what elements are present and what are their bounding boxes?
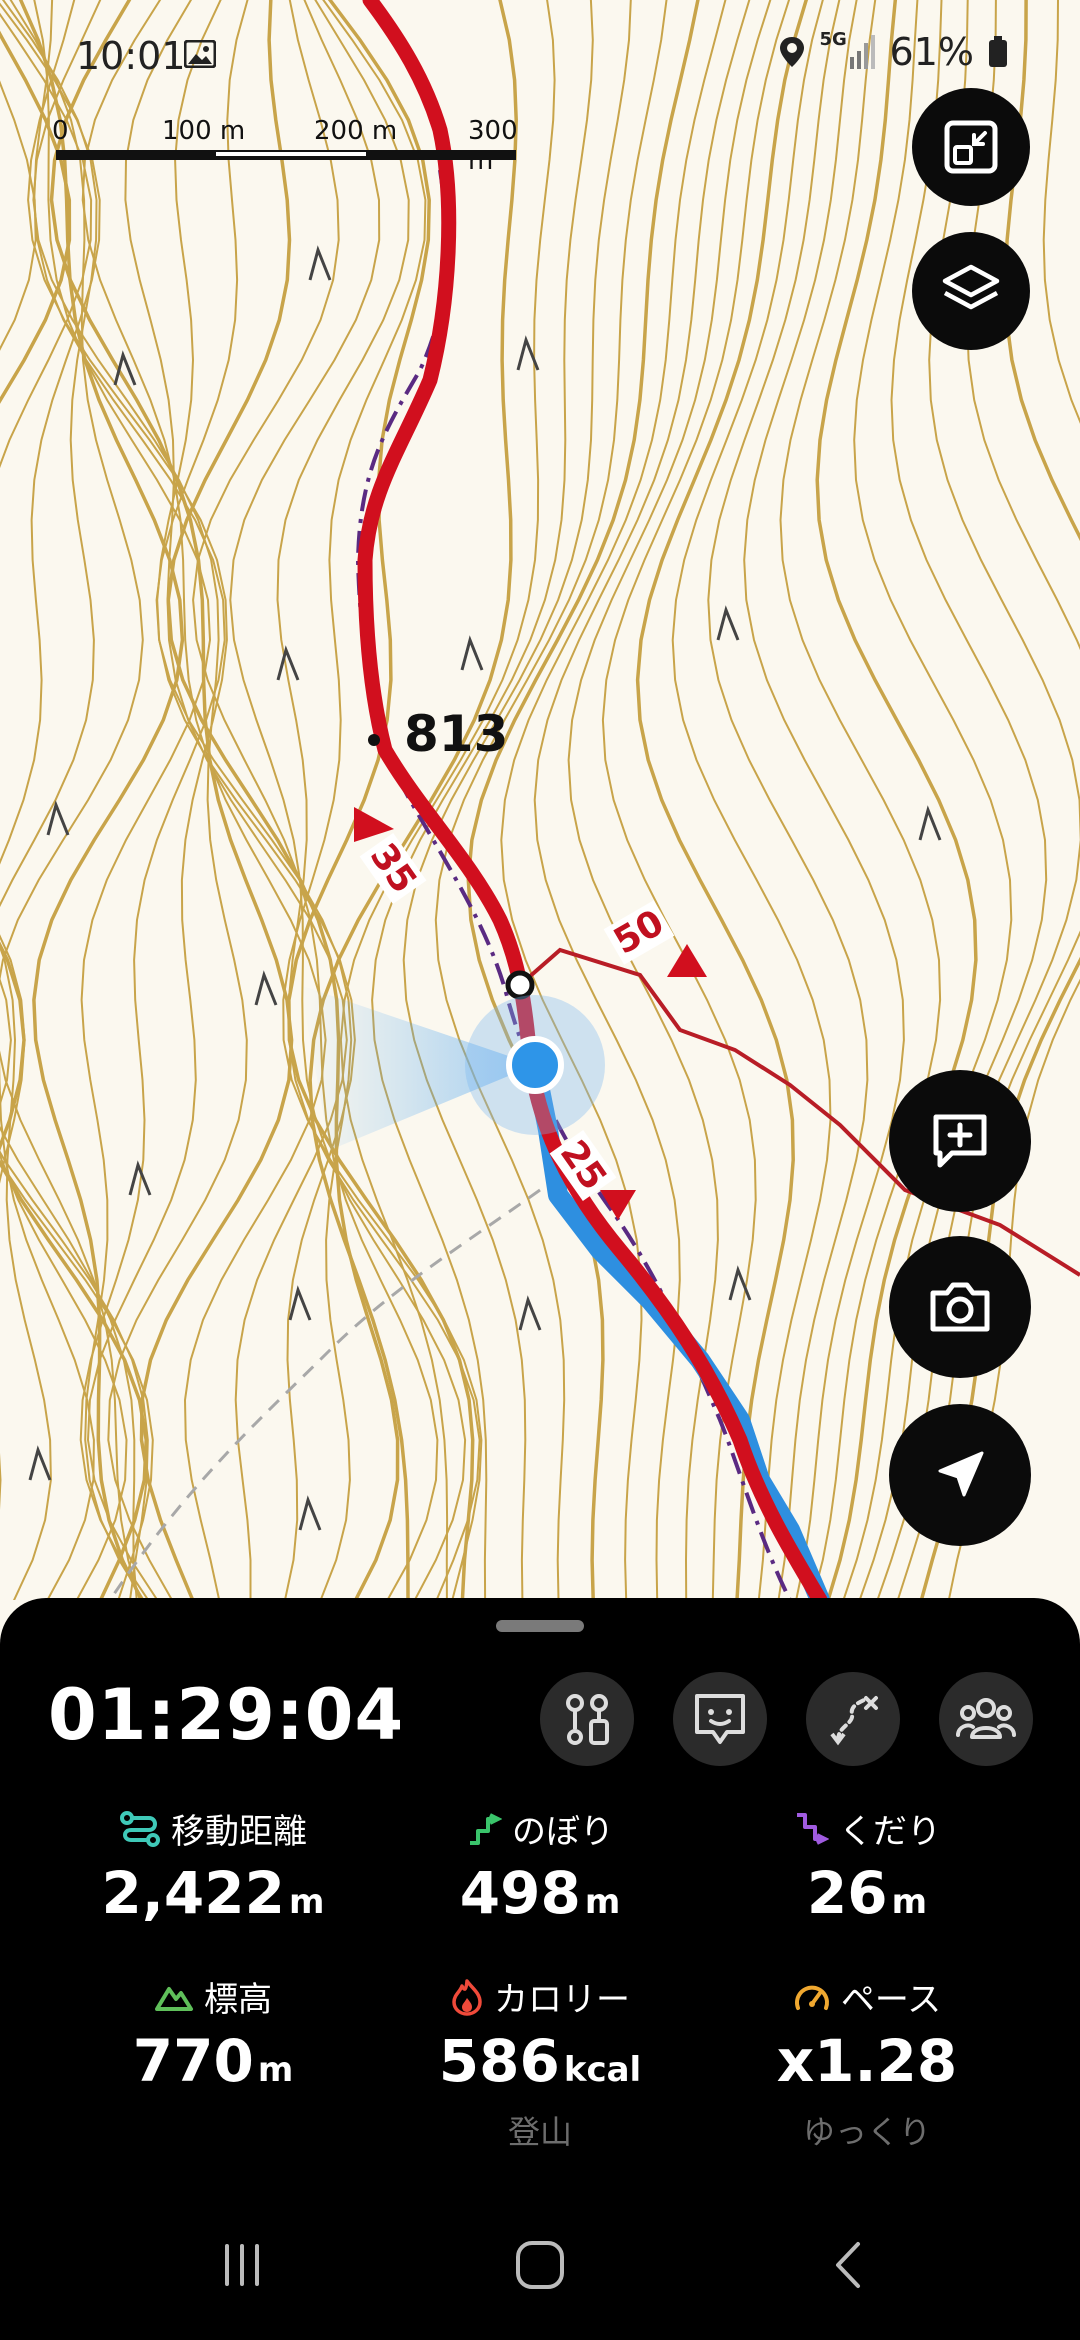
recent-apps-button[interactable] <box>202 2230 282 2300</box>
waypoints-button[interactable] <box>540 1672 634 1766</box>
home-icon <box>516 2241 564 2289</box>
back-chevron-icon <box>836 2242 860 2288</box>
stat-descent-value: 26 <box>806 1859 888 1927</box>
stat-pace: ペース x1.28 ゆっくり <box>717 1972 1017 2153</box>
camera-button[interactable] <box>889 1236 1031 1378</box>
descent-icon <box>797 1812 829 1845</box>
speedometer-icon <box>794 1985 829 2010</box>
scale-label-0: 0 <box>52 116 69 146</box>
drag-handle[interactable] <box>496 1620 584 1632</box>
system-nav-bar <box>0 2190 1080 2340</box>
memo-list-button[interactable] <box>673 1672 767 1766</box>
back-button[interactable] <box>808 2230 888 2300</box>
stat-ascent-unit: m <box>584 1882 621 1922</box>
stat-elevation-label: 標高 <box>204 1980 272 2020</box>
peak-dot <box>368 734 380 746</box>
route-icon <box>120 1810 160 1847</box>
waypoints-icon <box>566 1694 609 1745</box>
mountain-icon <box>155 1986 193 2011</box>
stat-ascent: のぼり 498 m <box>390 1804 690 1927</box>
layers-icon <box>942 264 1000 310</box>
scale-segment <box>216 152 366 156</box>
map-resize-button[interactable] <box>912 88 1030 206</box>
memo-face-icon <box>695 1694 745 1744</box>
route-off-icon <box>830 1696 878 1746</box>
scale-label-300: 300 m <box>468 116 518 176</box>
navigation-button[interactable] <box>889 1404 1031 1546</box>
stat-ascent-label: のぼり <box>512 1812 614 1852</box>
stat-distance-label: 移動距離 <box>171 1812 307 1852</box>
stat-elevation: 標高 770 m <box>63 1972 363 2095</box>
image-notification-icon <box>184 40 216 68</box>
stat-ascent-value: 498 <box>459 1859 581 1927</box>
stat-descent-label: くだり <box>839 1812 941 1852</box>
stat-distance-value: 2,422 <box>101 1859 286 1927</box>
flame-icon <box>452 1978 482 2016</box>
stat-calories-activity: 登山 <box>507 2113 572 2151</box>
stat-pace-description: ゆっくり <box>802 2113 931 2151</box>
status-icons: 5G 61% <box>778 29 1008 74</box>
stat-distance-unit: m <box>289 1882 325 1922</box>
location-pin-icon <box>779 37 804 67</box>
home-button[interactable] <box>500 2230 580 2300</box>
battery-icon <box>989 36 1007 67</box>
navigation-arrow-icon <box>938 1451 984 1497</box>
group-icon <box>956 1698 1016 1739</box>
stat-pace-label: ペース <box>840 1980 942 2020</box>
fit-screen-icon <box>944 120 998 174</box>
stat-calories-label: カロリー <box>494 1980 630 2020</box>
group-button[interactable] <box>939 1672 1033 1766</box>
camera-icon <box>930 1282 990 1332</box>
status-time: 10:01 <box>76 34 186 78</box>
recent-apps-icon <box>225 2244 259 2286</box>
signal-icon: 5G <box>820 29 876 71</box>
stat-elevation-value: 770 <box>132 2027 254 2095</box>
stat-calories-value: 586 <box>438 2027 560 2095</box>
add-comment-icon <box>933 1114 987 1168</box>
add-memo-button[interactable] <box>889 1070 1031 1212</box>
route-off-button[interactable] <box>806 1672 900 1766</box>
elapsed-time: 01:29:04 <box>48 1674 405 1756</box>
stat-descent: くだり 26 m <box>717 1804 1017 1927</box>
stat-calories-unit: kcal <box>563 2050 642 2090</box>
map-scale-bar: 0 100 m 200 m 300 m <box>52 116 526 176</box>
map-layers-button[interactable] <box>912 232 1030 350</box>
battery-percent: 61% <box>889 30 974 74</box>
stat-calories: カロリー 586 kcal 登山 <box>390 1972 690 2153</box>
current-location-dot[interactable] <box>506 1036 564 1094</box>
junction-point[interactable] <box>505 970 535 1000</box>
elevation-marker: 813 <box>404 705 509 763</box>
scale-label-200: 200 m <box>314 116 398 146</box>
status-bar: 10:01 5G 61% <box>0 0 1080 110</box>
stat-descent-unit: m <box>891 1882 928 1922</box>
scale-label-100: 100 m <box>162 116 246 146</box>
stat-pace-value: x1.28 <box>776 2027 958 2095</box>
stat-distance: 移動距離 2,422 m <box>63 1804 363 1927</box>
ascent-icon <box>470 1812 502 1845</box>
stat-elevation-unit: m <box>257 2050 294 2090</box>
